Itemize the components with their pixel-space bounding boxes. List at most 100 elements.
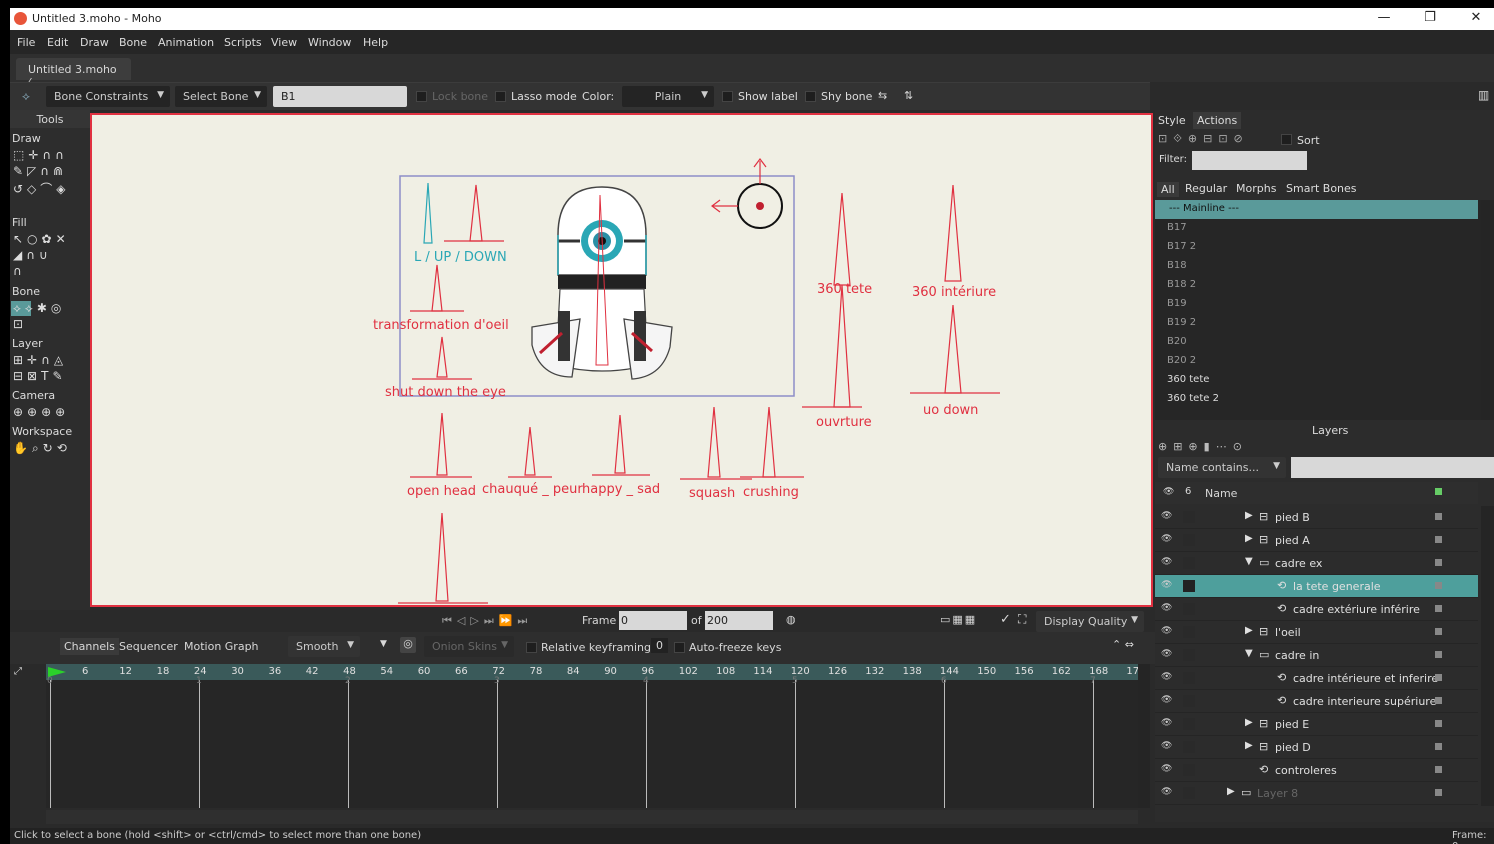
- layer-row[interactable]: 👁 ⟲ cadre interieure supériure: [1155, 690, 1478, 713]
- bone-name-input[interactable]: B1: [273, 86, 407, 107]
- layer-lock-box[interactable]: [1183, 741, 1195, 753]
- onion-skins-dropdown[interactable]: Onion Skins ▼: [424, 636, 514, 657]
- visibility-eye-icon[interactable]: 👁: [1161, 718, 1172, 728]
- expand-open-icon[interactable]: ▼: [1245, 556, 1253, 567]
- fill-tools-row-1[interactable]: ↖○✿✕: [13, 232, 70, 246]
- layer-row[interactable]: 👁 ▼ ▭ cadre in: [1155, 644, 1478, 667]
- action-item[interactable]: B18: [1155, 257, 1478, 276]
- playback-controls[interactable]: ⏮◁▷⏭⏩⏭: [442, 614, 532, 628]
- expand-closed-icon[interactable]: ▶: [1245, 740, 1253, 751]
- minimize-button[interactable]: —: [1374, 10, 1394, 25]
- menu-window[interactable]: Window: [308, 36, 351, 49]
- layer-color-swatch[interactable]: [1435, 651, 1442, 658]
- bone-constraints-dropdown[interactable]: Bone Constraints ▼: [46, 86, 170, 107]
- layer-row[interactable]: 👁 ⟲ la tete generale: [1155, 575, 1478, 598]
- action-item[interactable]: B19: [1155, 295, 1478, 314]
- frame-bounds-icon[interactable]: ⛶: [1018, 612, 1026, 627]
- action-item[interactable]: B17 2: [1155, 238, 1478, 257]
- layer-color-swatch[interactable]: [1435, 536, 1442, 543]
- workspace-tools-row[interactable]: ✋⌕↻⟲: [13, 441, 71, 456]
- draw-tools-row-1[interactable]: ⬚✛∩∩: [13, 148, 68, 162]
- fill-tools-row-2[interactable]: ◢∩∪: [13, 248, 52, 262]
- timeline-zoom-icons[interactable]: ⌃ ⇔: [1112, 638, 1134, 651]
- tab-sequencer[interactable]: Sequencer: [119, 640, 178, 653]
- filter-arrow-icon[interactable]: ▼: [380, 639, 387, 649]
- bone-tools-row-2[interactable]: ⊡: [13, 317, 27, 331]
- layer-row[interactable]: 👁 ▶ ⊟ pied E: [1155, 713, 1478, 736]
- layer-lock-box[interactable]: [1183, 695, 1195, 707]
- auto-freeze-checkbox[interactable]: [674, 642, 685, 653]
- layer-lock-box[interactable]: [1183, 511, 1195, 523]
- flip-vertical-icon[interactable]: ⇅: [904, 89, 913, 102]
- layer-lock-box[interactable]: [1183, 626, 1195, 638]
- layer-row[interactable]: 👁 ⟲ controleres: [1155, 759, 1478, 782]
- subtab-regular[interactable]: Regular: [1185, 182, 1227, 195]
- layer-color-swatch[interactable]: [1435, 674, 1442, 681]
- layer-row[interactable]: 👁 ⟲ cadre intérieure et inferire: [1155, 667, 1478, 690]
- layer-lock-box[interactable]: [1183, 718, 1195, 730]
- actions-toolbar-icons[interactable]: ⊡⟐⊕⊟⊡⊘: [1158, 132, 1249, 146]
- menu-file[interactable]: File: [17, 36, 35, 49]
- layer-row[interactable]: 👁 ▶ ⊟ pied D: [1155, 736, 1478, 759]
- fill-tools-row-3[interactable]: ∩: [13, 264, 26, 278]
- view-mode-icons[interactable]: ▭▦▦: [940, 613, 977, 626]
- layer-search-input[interactable]: [1291, 457, 1494, 478]
- expand-closed-icon[interactable]: ▶: [1245, 717, 1253, 728]
- layer-tools-row-2[interactable]: ⊟⊠T✎: [13, 369, 67, 383]
- visibility-eye-icon[interactable]: 👁: [1161, 741, 1172, 751]
- close-button[interactable]: ✕: [1466, 10, 1486, 25]
- visibility-eye-icon[interactable]: 👁: [1161, 626, 1172, 636]
- expand-closed-icon[interactable]: ▶: [1245, 533, 1253, 544]
- layer-color-swatch[interactable]: [1435, 743, 1442, 750]
- frame-ruler[interactable]: 6 12 18 24 30 36 42 48 54 60 66 72 78 84 90 96 102 108 114…: [46, 664, 1139, 680]
- select-bone-dropdown[interactable]: Select Bone ▼: [175, 86, 267, 107]
- layer-row[interactable]: 👁 ▼ ▭ cadre ex: [1155, 552, 1478, 575]
- document-tab[interactable]: Untitled 3.moho ⁄: [16, 58, 131, 89]
- lasso-mode-checkbox[interactable]: [495, 91, 506, 102]
- camera-tools-row[interactable]: ⊕⊕⊕⊕: [13, 405, 69, 419]
- visibility-eye-icon[interactable]: 👁: [1161, 511, 1172, 521]
- actions-scrollbar[interactable]: [1481, 200, 1494, 420]
- color-dropdown[interactable]: Plain ▼: [622, 86, 714, 107]
- flip-horizontal-icon[interactable]: ⇆: [878, 89, 887, 102]
- visibility-eye-icon[interactable]: 👁: [1161, 580, 1172, 590]
- onion-toggle-icon[interactable]: ◎: [400, 637, 416, 653]
- layer-lock-box[interactable]: [1183, 557, 1195, 569]
- action-item[interactable]: B20: [1155, 333, 1478, 352]
- tab-style[interactable]: Style: [1158, 114, 1186, 127]
- expand-closed-icon[interactable]: ▶: [1245, 625, 1253, 636]
- sort-checkbox[interactable]: [1281, 134, 1292, 145]
- relative-keyframing-value[interactable]: 0: [651, 638, 668, 653]
- shy-bone-checkbox[interactable]: [805, 91, 816, 102]
- menu-bone[interactable]: Bone: [119, 36, 147, 49]
- frame-input[interactable]: 0: [619, 611, 687, 630]
- layer-color-swatch[interactable]: [1435, 605, 1442, 612]
- timeline-hscroll[interactable]: [46, 810, 1138, 824]
- action-item[interactable]: B18 2: [1155, 276, 1478, 295]
- subtab-morphs[interactable]: Morphs: [1236, 182, 1276, 195]
- action-item[interactable]: 360 tete: [1155, 371, 1478, 390]
- layer-tools-row-1[interactable]: ⊞✛∩◬: [13, 353, 67, 367]
- action-mainline[interactable]: --- Mainline ---: [1155, 200, 1478, 219]
- lock-bone-checkbox[interactable]: [416, 91, 427, 102]
- expand-timeline-icon[interactable]: ⤢: [14, 666, 22, 677]
- layer-lock-box[interactable]: [1183, 534, 1195, 546]
- visibility-eye-icon[interactable]: 👁: [1161, 672, 1172, 682]
- layer-lock-box[interactable]: [1183, 649, 1195, 661]
- display-quality-dropdown[interactable]: Display Quality ▼: [1036, 611, 1144, 632]
- draw-tools-row-2[interactable]: ✎◸∩⋒: [13, 164, 67, 178]
- menu-draw[interactable]: Draw: [80, 36, 109, 49]
- action-item[interactable]: B20 2: [1155, 352, 1478, 371]
- drawing-canvas[interactable]: L / UP / DOWN transformation d'oeil shut…: [90, 113, 1153, 607]
- filter-input[interactable]: [1192, 151, 1307, 170]
- layers-toolbar-icons[interactable]: ⊕⊞⊕▮⋯⊙: [1158, 440, 1248, 453]
- layers-scrollbar[interactable]: [1481, 506, 1494, 806]
- layer-lock-box[interactable]: [1183, 603, 1195, 615]
- visibility-eye-icon[interactable]: 👁: [1161, 764, 1172, 774]
- relative-keyframing-checkbox[interactable]: [526, 642, 537, 653]
- audio-icon[interactable]: ◍: [786, 613, 796, 626]
- name-contains-dropdown[interactable]: Name contains... ▼: [1158, 457, 1286, 478]
- layer-color-swatch[interactable]: [1435, 789, 1442, 796]
- menu-scripts[interactable]: Scripts: [224, 36, 262, 49]
- action-item[interactable]: 360 tete 2: [1155, 390, 1478, 409]
